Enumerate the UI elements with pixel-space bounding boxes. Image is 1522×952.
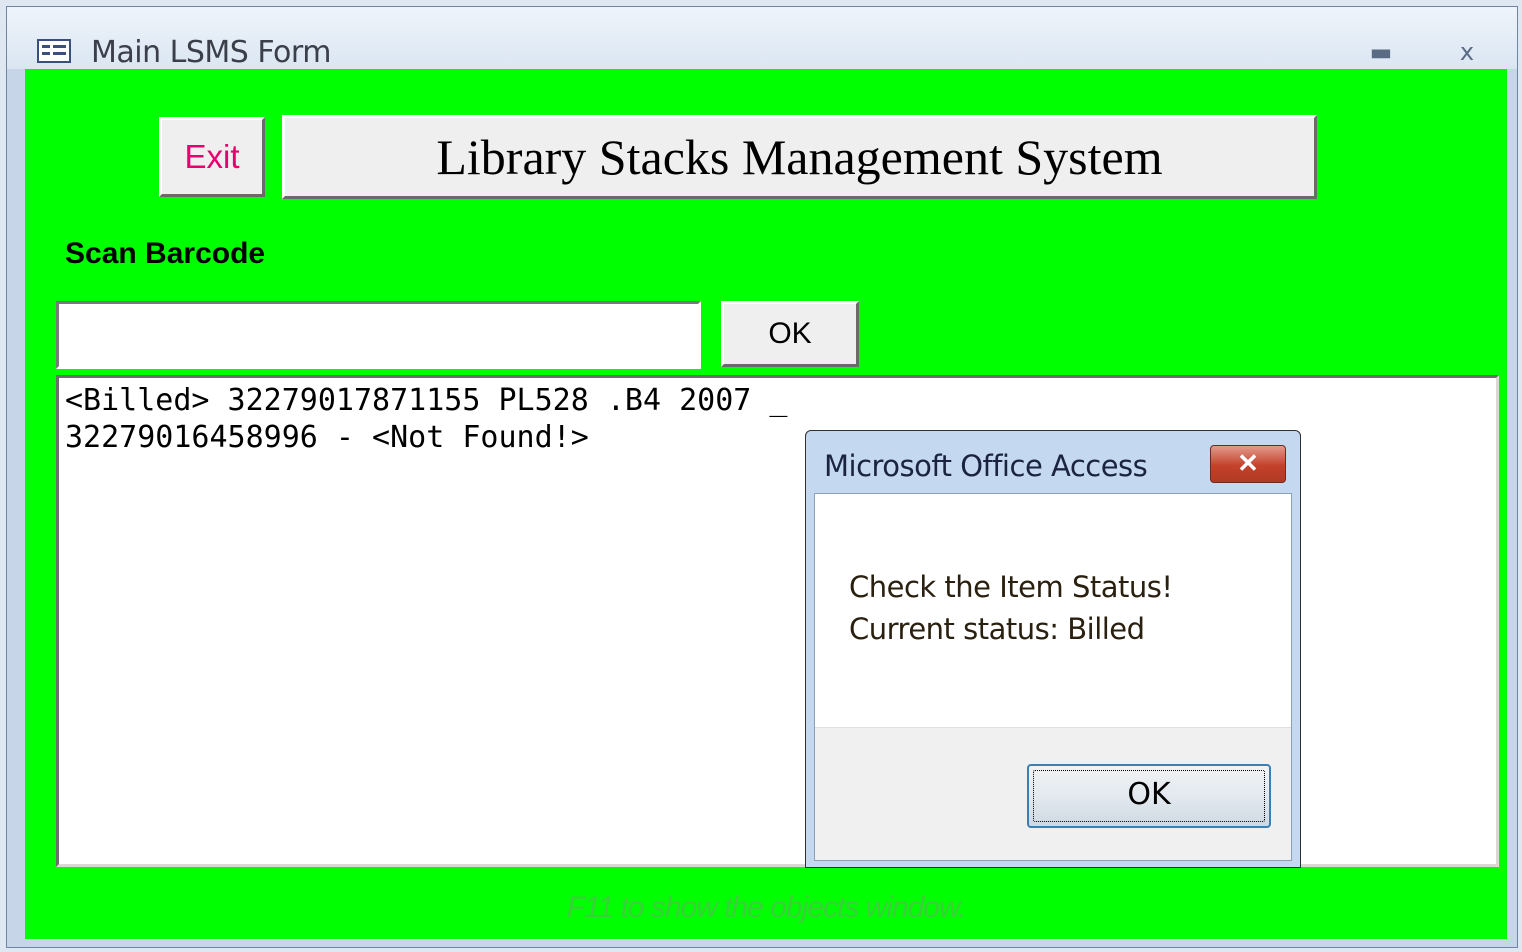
dialog-close-icon[interactable]: ✕	[1210, 445, 1286, 483]
window-titlebar[interactable]: Main LSMS Form ▬ x	[7, 7, 1517, 70]
form-icon	[37, 39, 71, 63]
dialog-title: Microsoft Office Access	[824, 449, 1148, 483]
dialog-message-line: Check the Item Status!	[849, 570, 1173, 604]
window-title: Main LSMS Form	[91, 35, 331, 70]
ok-button[interactable]: OK	[721, 301, 859, 367]
dialog-message-line: Current status: Billed	[849, 612, 1145, 646]
exit-button[interactable]: Exit	[159, 117, 265, 197]
dialog-body: Check the Item Status! Current status: B…	[814, 493, 1292, 861]
dialog-message: Check the Item Status! Current status: B…	[849, 566, 1173, 650]
footer-hint: F11 to show the objects window.	[566, 891, 967, 924]
dialog-footer: OK	[815, 727, 1291, 860]
message-dialog: Microsoft Office Access ✕ Check the Item…	[805, 430, 1301, 868]
close-button[interactable]: x	[1447, 35, 1487, 69]
log-line: <Billed> 32279017871155 PL528 .B4 2007 _	[65, 383, 788, 418]
dialog-ok-button[interactable]: OK	[1027, 764, 1271, 828]
barcode-input[interactable]	[56, 301, 701, 369]
system-title-button[interactable]: Library Stacks Management System	[282, 115, 1317, 199]
minimize-button[interactable]: ▬	[1361, 35, 1401, 69]
scan-barcode-label: Scan Barcode	[65, 237, 266, 270]
